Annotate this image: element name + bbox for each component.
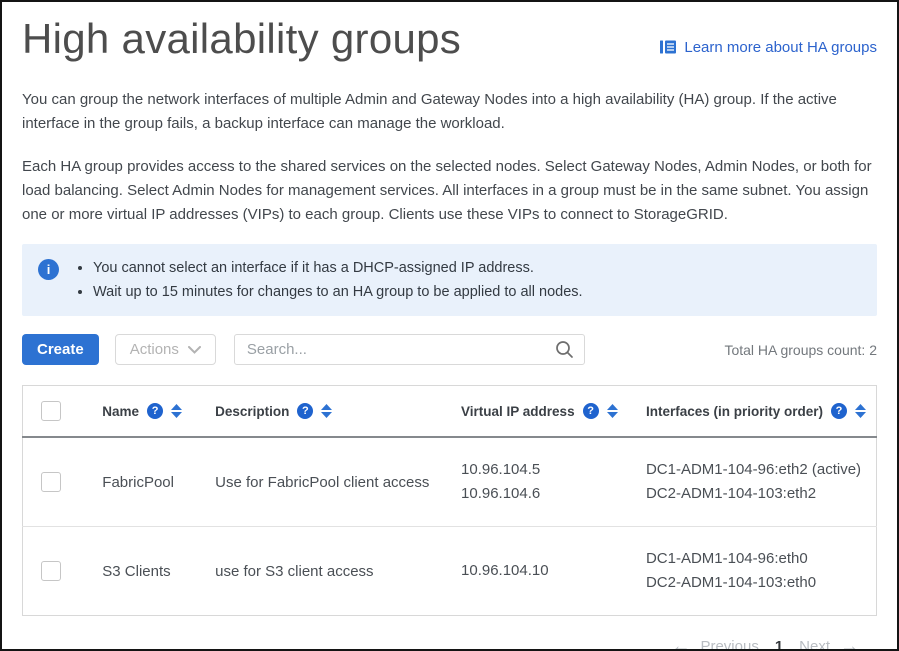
intro-paragraph-1: You can group the network interfaces of … xyxy=(22,88,877,136)
interface: DC1-ADM1-104-96:eth0 xyxy=(646,547,866,571)
intro-text: You can group the network interfaces of … xyxy=(22,88,877,227)
interface: DC2-ADM1-104-103:eth0 xyxy=(646,571,866,595)
table-header-row: Name ? Description ? xyxy=(23,386,877,438)
page-header: High availability groups Learn more abou… xyxy=(22,14,877,64)
column-label-name: Name xyxy=(102,404,139,419)
pagination: ← Previous 1 Next → xyxy=(22,637,877,651)
actions-label: Actions xyxy=(130,341,179,358)
row-checkbox[interactable] xyxy=(41,472,61,492)
column-label-description: Description xyxy=(215,404,289,419)
header-checkbox-cell xyxy=(23,386,93,438)
select-all-checkbox[interactable] xyxy=(41,401,61,421)
learn-more-link[interactable]: Learn more about HA groups xyxy=(659,38,877,56)
name-help-icon[interactable]: ? xyxy=(147,403,163,419)
info-note: i You cannot select an interface if it h… xyxy=(22,244,877,316)
info-note-bullet-2: Wait up to 15 minutes for changes to an … xyxy=(93,280,583,304)
column-header-description: Description ? xyxy=(205,386,451,438)
toolbar: Create Actions Total HA groups count: 2 xyxy=(22,334,877,365)
total-count-label: Total HA groups count: 2 xyxy=(724,342,877,358)
column-header-interfaces: Interfaces (in priority order) ? xyxy=(636,386,877,438)
previous-label: Previous xyxy=(700,638,758,651)
row-checkbox-cell xyxy=(23,437,93,527)
virtual-ip: 10.96.104.5 xyxy=(461,458,626,482)
cell-name: S3 Clients xyxy=(92,527,205,616)
arrow-right-icon: → xyxy=(840,637,859,651)
previous-page-button[interactable]: ← Previous xyxy=(671,637,758,651)
page-title: High availability groups xyxy=(22,14,461,64)
interfaces-sort-icon[interactable] xyxy=(855,404,866,418)
current-page[interactable]: 1 xyxy=(775,638,783,651)
interfaces-help-icon[interactable]: ? xyxy=(831,403,847,419)
name-sort-icon[interactable] xyxy=(171,404,182,418)
chevron-down-icon xyxy=(188,346,201,354)
intro-paragraph-2: Each HA group provides access to the sha… xyxy=(22,155,877,227)
cell-virtual-ips: 10.96.104.5 10.96.104.6 xyxy=(451,437,636,527)
table-row: S3 Clients use for S3 client access 10.9… xyxy=(23,527,877,616)
virtual-ip: 10.96.104.6 xyxy=(461,482,626,506)
interface: DC1-ADM1-104-96:eth2 (active) xyxy=(646,458,866,482)
table-row: FabricPool Use for FabricPool client acc… xyxy=(23,437,877,527)
arrow-left-icon: ← xyxy=(671,637,690,651)
next-page-button[interactable]: Next → xyxy=(799,637,859,651)
info-icon: i xyxy=(38,259,59,280)
ha-groups-page: High availability groups Learn more abou… xyxy=(0,0,899,651)
cell-name: FabricPool xyxy=(92,437,205,527)
search-box xyxy=(234,334,585,365)
cell-virtual-ips: 10.96.104.10 xyxy=(451,527,636,616)
book-icon xyxy=(659,38,677,56)
row-checkbox[interactable] xyxy=(41,561,61,581)
learn-more-label: Learn more about HA groups xyxy=(684,39,877,56)
column-label-interfaces: Interfaces (in priority order) xyxy=(646,404,823,419)
cell-description: use for S3 client access xyxy=(205,527,451,616)
virtual-ip-sort-icon[interactable] xyxy=(607,404,618,418)
search-input[interactable] xyxy=(245,340,555,359)
column-header-virtual-ip: Virtual IP address ? xyxy=(451,386,636,438)
search-icon[interactable] xyxy=(555,340,574,359)
column-label-virtual-ip: Virtual IP address xyxy=(461,404,575,419)
info-note-bullet-1: You cannot select an interface if it has… xyxy=(93,256,583,280)
description-help-icon[interactable]: ? xyxy=(297,403,313,419)
interface: DC2-ADM1-104-103:eth2 xyxy=(646,482,866,506)
create-button[interactable]: Create xyxy=(22,334,99,365)
next-label: Next xyxy=(799,638,830,651)
row-checkbox-cell xyxy=(23,527,93,616)
virtual-ip: 10.96.104.10 xyxy=(461,559,626,583)
info-note-list: You cannot select an interface if it has… xyxy=(74,256,583,304)
virtual-ip-help-icon[interactable]: ? xyxy=(583,403,599,419)
cell-interfaces: DC1-ADM1-104-96:eth0 DC2-ADM1-104-103:et… xyxy=(636,527,877,616)
cell-interfaces: DC1-ADM1-104-96:eth2 (active) DC2-ADM1-1… xyxy=(636,437,877,527)
cell-description: Use for FabricPool client access xyxy=(205,437,451,527)
description-sort-icon[interactable] xyxy=(321,404,332,418)
ha-groups-table: Name ? Description ? xyxy=(22,385,877,616)
column-header-name: Name ? xyxy=(92,386,205,438)
actions-button[interactable]: Actions xyxy=(115,334,216,365)
